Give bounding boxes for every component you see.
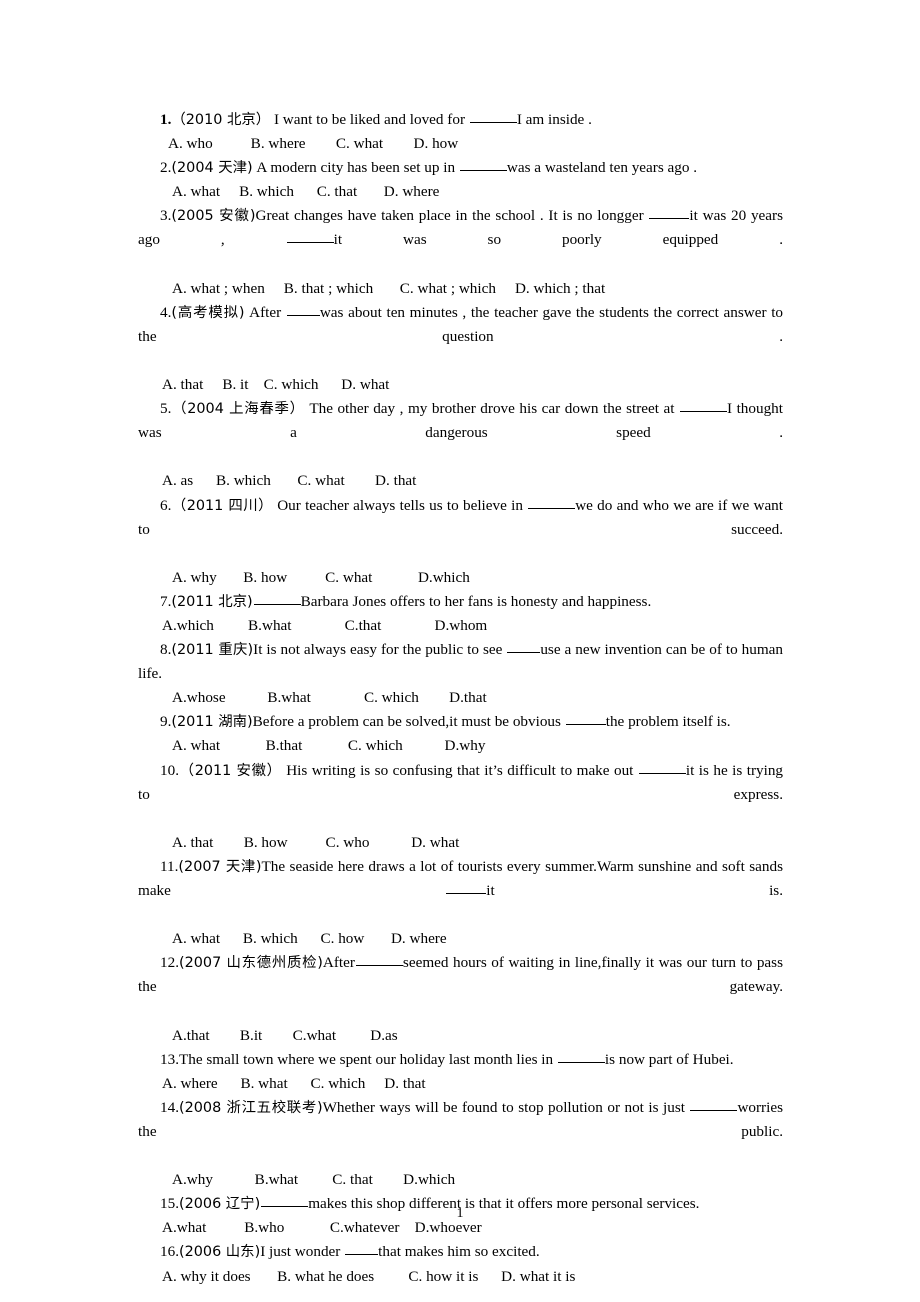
question-source: (2008 浙江五校联考) xyxy=(178,1099,323,1116)
exercise-list: 1.（2010 北京） I want to be liked and loved… xyxy=(138,108,783,1289)
stem-text-before: It is not always easy for the public to … xyxy=(253,641,507,659)
question-stem: 7.(2011 北京) Barbara Jones offers to her f… xyxy=(138,590,783,614)
stem-text-before: I want to be liked and loved for xyxy=(270,111,469,128)
question-number: 8 xyxy=(160,641,168,659)
question-options[interactable]: A. that B. it C. which D. what xyxy=(138,373,783,397)
question-source: (2011 湖南) xyxy=(171,714,253,731)
stem-text-before: Before a problem can be solved,it must b… xyxy=(252,713,565,731)
question-source: (2007 天津) xyxy=(178,858,262,875)
answer-blank[interactable] xyxy=(565,711,606,726)
answer-blank[interactable] xyxy=(469,109,517,123)
question-source: （2011 安徽） xyxy=(178,762,282,779)
question-number: 14 xyxy=(160,1098,176,1116)
question-options[interactable]: A.that B.it C.what D.as xyxy=(138,1024,783,1048)
answer-blank[interactable] xyxy=(680,398,727,413)
answer-blank[interactable] xyxy=(355,952,403,967)
question-options[interactable]: A. what ; when B. that ; which C. what ;… xyxy=(138,277,783,301)
answer-blank[interactable] xyxy=(649,205,690,220)
question-stem: 14.(2008 浙江五校联考)Whether ways will be fou… xyxy=(138,1096,783,1168)
question-options[interactable]: A. what B. which C. that D. where xyxy=(138,180,783,204)
stem-text-after: is now part of Hubei. xyxy=(604,1050,734,1068)
question-stem: 10.（2011 安徽） His writing is so confusing… xyxy=(138,759,783,831)
answer-blank[interactable] xyxy=(253,591,301,605)
question-stem: 8.(2011 重庆)It is not always easy for the… xyxy=(138,638,783,686)
question-stem: 2.(2004 天津) A modern city has been set u… xyxy=(138,156,783,180)
question-options[interactable]: A. where B. what C. which D. that xyxy=(138,1072,783,1096)
stem-text-after: was a wasteland ten years ago . xyxy=(506,159,698,177)
question-stem: 1.（2010 北京） I want to be liked and loved… xyxy=(138,108,783,132)
question-source: (2006 山东) xyxy=(178,1244,261,1261)
question-source: (2011 重庆) xyxy=(171,642,254,659)
question-stem: 4.(高考模拟) After was about ten minutes , t… xyxy=(138,301,783,373)
question-options[interactable]: A. who B. where C. what D. how xyxy=(138,132,783,156)
answer-blank[interactable] xyxy=(286,302,320,316)
question-number: 13 xyxy=(160,1050,176,1068)
question-number: 10 xyxy=(160,761,176,779)
question-source: (2007 山东德州质检) xyxy=(178,955,323,972)
question-source: (2005 安徽) xyxy=(171,208,256,225)
stem-text-before: The small town where we spent our holida… xyxy=(178,1050,557,1068)
question-number: 5 xyxy=(160,400,168,418)
question-number: 12 xyxy=(160,954,176,972)
question-stem: 6.（2011 四川） Our teacher always tells us … xyxy=(138,494,783,566)
question-options[interactable]: A.why B.what C. that D.which xyxy=(138,1168,783,1192)
question-number: 1 xyxy=(160,111,168,128)
stem-text-before: I just wonder xyxy=(260,1243,345,1261)
question-source: （2010 北京） xyxy=(171,112,271,128)
question-stem: 3.(2005 安徽)Great changes have taken plac… xyxy=(138,204,783,276)
answer-blank[interactable] xyxy=(690,1097,738,1111)
question-options[interactable]: A.which B.what C.that D.whom xyxy=(138,614,783,638)
question-number: 4 xyxy=(160,303,168,321)
question-stem: 9.(2011 湖南)Before a problem can be solve… xyxy=(138,710,783,734)
answer-blank[interactable] xyxy=(345,1241,379,1256)
stem-text-before: After xyxy=(244,303,286,321)
answer-blank[interactable] xyxy=(557,1049,605,1063)
question-stem: 5.（2004 上海春季） The other day , my brother… xyxy=(138,397,783,469)
question-number: 2 xyxy=(160,159,168,177)
stem-text-before: After xyxy=(322,954,355,972)
question-options[interactable]: A. as B. which C. what D. that xyxy=(138,469,783,493)
page-number: 1 xyxy=(456,1206,464,1221)
question-number: 3 xyxy=(160,207,168,225)
stem-text-before: A modern city has been set up in xyxy=(252,159,459,177)
stem-text-after: Barbara Jones offers to her fans is hone… xyxy=(300,592,652,610)
question-stem: 11.(2007 天津)The seaside here draws a lot… xyxy=(138,855,783,927)
stem-text-after: the problem itself is. xyxy=(605,713,731,731)
question-stem: 16.(2006 山东)I just wonder that makes him… xyxy=(138,1240,783,1264)
document-page: 1.（2010 北京） I want to be liked and loved… xyxy=(0,0,920,1302)
question-options[interactable]: A. what B.that C. which D.why xyxy=(138,734,783,758)
question-options[interactable]: A. that B. how C. who D. what xyxy=(138,831,783,855)
question-options[interactable]: A. what B. which C. how D. where xyxy=(138,927,783,951)
question-source: （2011 四川） xyxy=(171,497,273,514)
question-number: 6 xyxy=(160,496,168,514)
answer-blank[interactable] xyxy=(459,157,507,172)
stem-text-after: I am inside . xyxy=(516,111,592,128)
answer-blank[interactable] xyxy=(446,880,487,894)
question-source: (2004 天津) xyxy=(171,160,253,177)
stem-text-after: it was so poorly equipped . xyxy=(333,231,783,249)
question-stem: 13.The small town where we spent our hol… xyxy=(138,1048,783,1072)
question-options[interactable]: A. why B. how C. what D.which xyxy=(138,566,783,590)
question-stem: 12.(2007 山东德州质检)After seemed hours of wai… xyxy=(138,951,783,1023)
question-source: (高考模拟) xyxy=(171,304,245,321)
answer-blank[interactable] xyxy=(528,495,576,509)
question-source: (2011 北京) xyxy=(171,593,253,610)
answer-blank[interactable] xyxy=(638,760,686,774)
answer-blank[interactable] xyxy=(507,639,541,654)
stem-text-after: that makes him so excited. xyxy=(378,1243,540,1261)
question-options[interactable]: A.whose B.what C. which D.that xyxy=(138,686,783,710)
stem-text-after: it is. xyxy=(486,882,783,899)
answer-blank[interactable] xyxy=(286,229,334,244)
question-options[interactable]: A. why it does B. what he does C. how it… xyxy=(138,1265,783,1289)
stem-text-before: His writing is so confusing that it’s di… xyxy=(281,761,638,779)
question-number: 11 xyxy=(160,857,175,875)
question-number: 7 xyxy=(160,592,168,610)
stem-text-before: Whether ways will be found to stop pollu… xyxy=(322,1098,690,1116)
question-source: （2004 上海春季） xyxy=(171,401,305,418)
question-number: 16 xyxy=(160,1243,176,1261)
stem-text-before: The other day , my brother drove his car… xyxy=(304,400,679,418)
stem-text-before: Our teacher always tells us to believe i… xyxy=(272,496,528,514)
stem-text-before: Great changes have taken place in the sc… xyxy=(255,207,649,225)
question-number: 9 xyxy=(160,713,168,731)
